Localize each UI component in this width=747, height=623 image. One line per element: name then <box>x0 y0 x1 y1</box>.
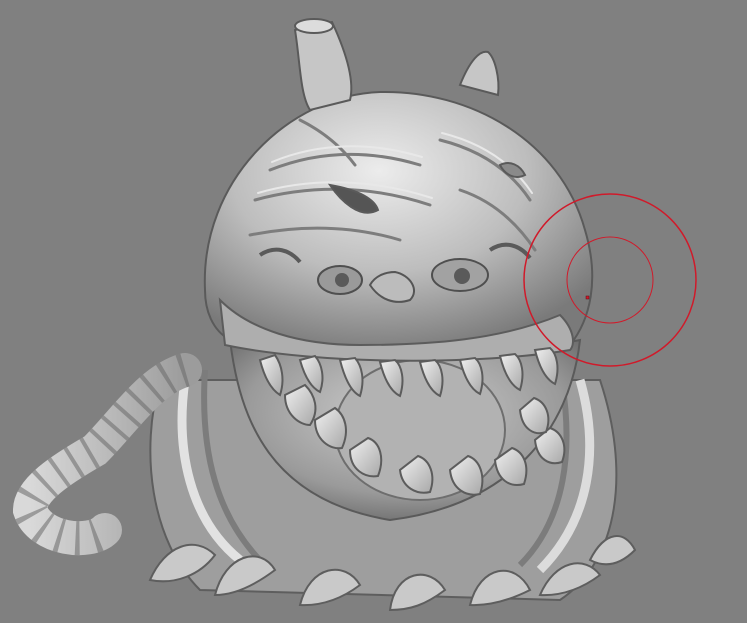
sculpted-monster-mesh[interactable] <box>0 0 747 623</box>
sculpt-viewport[interactable] <box>0 0 747 623</box>
head-dome <box>203 90 594 357</box>
